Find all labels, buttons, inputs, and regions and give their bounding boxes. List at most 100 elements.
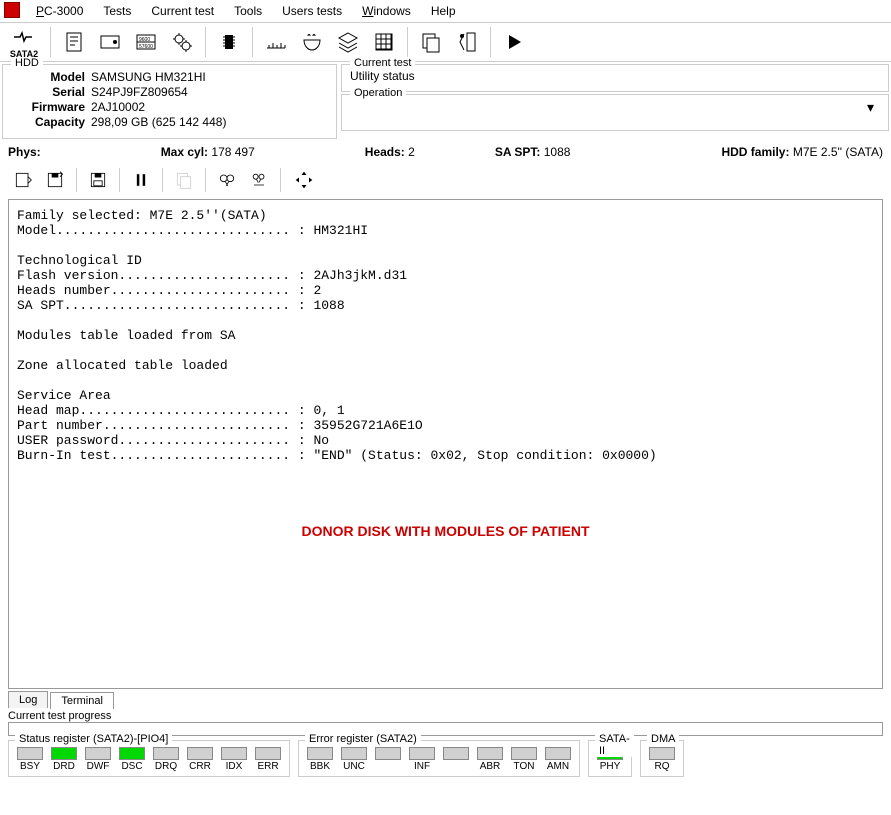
tool-open-icon[interactable] [8,165,38,195]
led-label: IDX [226,761,243,772]
led-ton: TON [509,747,539,772]
tool-find-next-icon[interactable] [244,165,274,195]
menu-tests[interactable]: Tests [95,2,139,20]
terminal-toolbar [0,163,891,197]
menu-current-test[interactable]: Current test [143,2,222,20]
hdd-firmware-label: Firmware [11,100,91,114]
tool-exit-icon[interactable] [450,25,484,59]
app-icon [4,2,20,18]
tool-save-as-icon[interactable] [40,165,70,195]
chevron-down-icon[interactable]: ▾ [867,99,880,116]
heads-label: Heads: [365,145,405,159]
menu-help[interactable]: Help [423,2,464,20]
operation-legend: Operation [350,87,406,99]
console-text: Family selected: M7E 2.5''(SATA) Model..… [17,208,657,463]
tool-doc-icon[interactable] [57,25,91,59]
terminal-output[interactable]: Family selected: M7E 2.5''(SATA) Model..… [8,199,883,689]
phys-label: Phys: [8,145,41,159]
led-blank [373,747,403,772]
led-label: DRD [53,761,75,772]
led-label: CRR [189,761,211,772]
led-indicator [511,747,537,760]
led-indicator [409,747,435,760]
tool-cup-icon[interactable] [295,25,329,59]
led-idx: IDX [219,747,249,772]
led-indicator [153,747,179,760]
led-dsc: DSC [117,747,147,772]
led-inf: INF [407,747,437,772]
led-amn: AMN [543,747,573,772]
tool-layers-icon[interactable] [331,25,365,59]
led-label: TON [514,761,535,772]
menu-pc3000[interactable]: PC-3000 [28,2,91,20]
hdd-model-label: Model [11,70,91,84]
heads-value: 2 [408,145,415,159]
saspt-label: SA SPT: [495,145,541,159]
led-rq: RQ [647,747,677,772]
led-label: RQ [655,761,670,772]
hdd-firmware-value: 2AJ10002 [91,100,145,114]
family-value: M7E 2.5'' (SATA) [793,145,883,159]
led-indicator [375,747,401,760]
hdd-legend: HDD [11,57,43,69]
led-drq: DRQ [151,747,181,772]
status-register-group: Status register (SATA2)-[PIO4] BSYDRDDWF… [8,740,290,777]
led-indicator [477,747,503,760]
led-indicator [341,747,367,760]
led-indicator [85,747,111,760]
tool-find-icon[interactable] [212,165,242,195]
tab-log[interactable]: Log [8,691,48,708]
led-dwf: DWF [83,747,113,772]
menu-users-tests[interactable]: Users tests [274,2,350,20]
tool-copy2-icon[interactable] [169,165,199,195]
tool-copy-icon[interactable] [414,25,448,59]
tool-ruler-icon[interactable] [259,25,293,59]
led-indicator [443,747,469,760]
tool-gears-icon[interactable] [165,25,199,59]
tool-chip-icon[interactable] [212,25,246,59]
sata2-group: SATA-II PHY [588,740,632,777]
current-test-panel: Current test Utility status [341,64,889,92]
led-err: ERR [253,747,283,772]
tool-move-icon[interactable] [287,165,321,195]
led-bsy: BSY [15,747,45,772]
operation-panel: Operation ▾ [341,94,889,131]
svg-text:57600: 57600 [139,44,153,50]
led-indicator [545,747,571,760]
menu-tools[interactable]: Tools [226,2,270,20]
dma-group: DMA RQ [640,740,684,777]
menu-windows[interactable]: Windows [354,2,419,20]
led-label: BBK [310,761,330,772]
led-label: BSY [20,761,40,772]
led-label: INF [414,761,430,772]
led-drd: DRD [49,747,79,772]
led-label: ERR [257,761,278,772]
maxcyl-label: Max cyl: [161,145,208,159]
main-toolbar: SATA2 960057600 [0,22,891,62]
tool-play-icon[interactable] [497,25,531,59]
hdd-model-value: SAMSUNG HM321HI [91,70,206,84]
hdd-capacity-label: Capacity [11,115,91,129]
led-indicator [51,747,77,760]
led-unc: UNC [339,747,369,772]
led-label: PHY [600,761,621,772]
hdd-serial-value: S24PJ9FZ809654 [91,85,188,99]
dma-legend: DMA [647,733,679,745]
tool-drive-icon[interactable] [93,25,127,59]
tab-terminal[interactable]: Terminal [50,692,114,709]
family-label: HDD family: [721,145,789,159]
tool-save-icon[interactable] [83,165,113,195]
info-bar: Phys: Max cyl: 178 497 Heads: 2 SA SPT: … [0,141,891,163]
maxcyl-value: 178 497 [211,145,254,159]
hdd-panel: HDD ModelSAMSUNG HM321HI SerialS24PJ9FZ8… [2,64,337,139]
led-indicator [255,747,281,760]
led-label: ABR [480,761,501,772]
menubar: PC-3000 Tests Current test Tools Users t… [0,0,891,22]
hdd-serial-label: Serial [11,85,91,99]
tool-counter-icon[interactable]: 960057600 [129,25,163,59]
led-indicator [221,747,247,760]
tool-pause-icon[interactable] [126,165,156,195]
sata-mode-button[interactable]: SATA2 [4,25,44,59]
led-indicator [649,747,675,760]
tool-grid-icon[interactable] [367,25,401,59]
